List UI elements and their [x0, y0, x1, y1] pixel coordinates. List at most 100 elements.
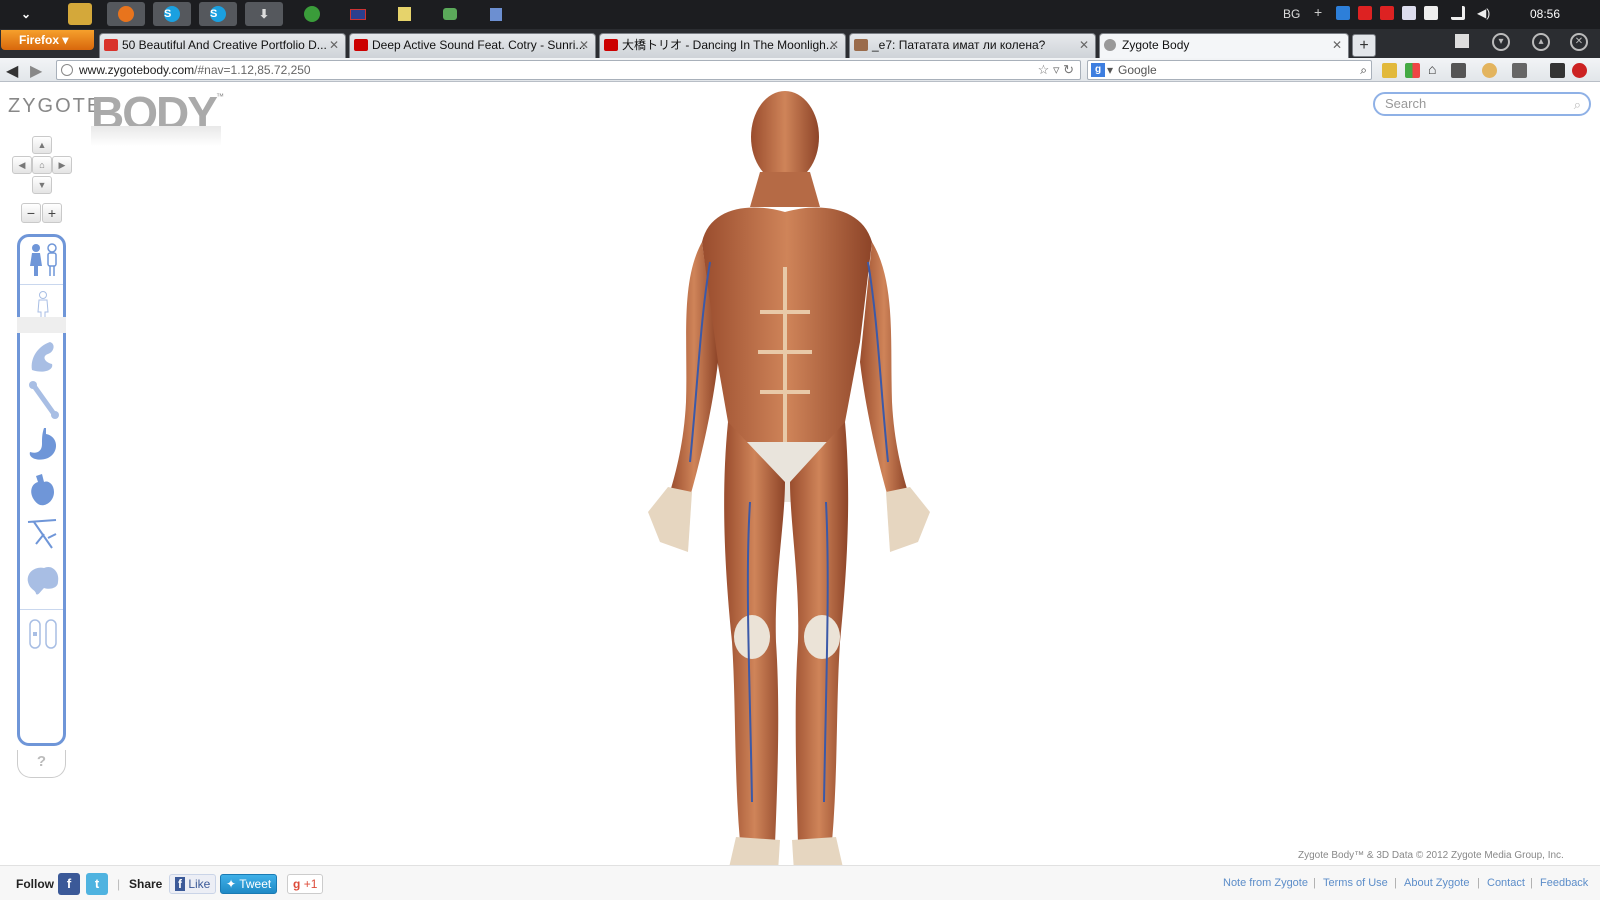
tab-close-icon[interactable]: ✕ [1079, 34, 1089, 56]
tab-close-icon[interactable]: ✕ [579, 34, 589, 56]
help-button[interactable]: ? [17, 750, 66, 778]
address-bar[interactable]: www.zygotebody.com/#nav=1.12,85.72,250 ☆… [56, 60, 1081, 80]
pan-up-button[interactable]: ▲ [32, 136, 52, 154]
url-host: www.zygotebody.com [79, 63, 195, 77]
window-icon[interactable] [1550, 63, 1565, 78]
neck[interactable] [750, 172, 820, 207]
back-arrow-icon[interactable]: ◀ [6, 61, 18, 81]
messenger-icon[interactable] [438, 3, 462, 25]
circulatory-layer-slider[interactable] [24, 469, 62, 511]
minimize-icon[interactable]: ▾ [1492, 33, 1510, 51]
notepad-icon[interactable] [392, 3, 416, 25]
tab-groups-icon[interactable] [1455, 34, 1469, 48]
nervous-layer-slider[interactable] [24, 513, 62, 555]
tab-favicon-icon [104, 39, 118, 51]
head-muscles[interactable] [751, 91, 819, 183]
system-clock[interactable]: 08:56 [1530, 7, 1560, 21]
forward-arrow-icon[interactable]: ▶ [30, 61, 42, 81]
right-hand[interactable] [648, 487, 692, 552]
adblock-icon[interactable] [1572, 63, 1587, 78]
twitter-follow-icon[interactable]: t [86, 873, 108, 895]
home-icon[interactable]: ⌂ [1428, 62, 1443, 78]
close-window-icon[interactable]: ✕ [1570, 33, 1588, 51]
organs-layer-slider[interactable] [24, 423, 62, 465]
youtube-favicon-icon [604, 39, 618, 51]
tab-close-icon[interactable]: ✕ [329, 34, 339, 56]
browser-tab-active[interactable]: Zygote Body ✕ [1099, 33, 1349, 58]
facebook-like-button[interactable]: f Like [169, 874, 217, 894]
muscle-layer-slider[interactable] [24, 335, 62, 377]
google-logo-icon[interactable]: g [1091, 63, 1105, 77]
signal-icon[interactable] [1451, 6, 1465, 20]
google-plus-button[interactable]: g +1 [287, 874, 324, 894]
new-tab-button[interactable]: + [1352, 34, 1376, 57]
tray-red-icon-2[interactable] [1380, 6, 1394, 20]
pan-left-button[interactable]: ◀ [12, 156, 32, 174]
zoom-out-button[interactable]: − [21, 203, 41, 223]
search-icon[interactable]: ⌕ [1360, 61, 1367, 79]
firefox-menu-label: Firefox [19, 33, 60, 47]
opacity-toggle[interactable] [24, 613, 62, 655]
left-hand[interactable] [886, 487, 930, 552]
smiley-addon-icon[interactable] [1482, 63, 1497, 78]
input-language[interactable]: BG [1283, 7, 1300, 21]
facebook-icon: f [175, 877, 185, 891]
search-icon[interactable]: ⌕ [1574, 95, 1581, 115]
pan-right-button[interactable]: ▶ [52, 156, 72, 174]
brain-layer-slider[interactable] [24, 559, 62, 601]
zoom-in-button[interactable]: + [42, 203, 62, 223]
reload-icon[interactable]: ↻ [1063, 62, 1074, 77]
browser-tab[interactable]: Deep Active Sound Feat. Cotry - Sunri...… [349, 33, 596, 58]
about-zygote-link[interactable]: About Zygote [1404, 877, 1469, 889]
gender-toggle[interactable] [24, 239, 62, 281]
power-icon[interactable] [1424, 6, 1438, 20]
addon-icon[interactable] [1382, 63, 1397, 78]
left-knee[interactable] [804, 615, 840, 659]
right-knee[interactable] [734, 615, 770, 659]
uk-flag-icon[interactable] [346, 3, 370, 25]
anatomy-3d-model[interactable] [640, 82, 940, 872]
firefox-app-icon[interactable] [107, 2, 145, 26]
search-placeholder: Search [1385, 96, 1427, 111]
browser-tab[interactable]: _e7: Пататата имат ли колена? ✕ [849, 33, 1096, 58]
layer-slider-handle[interactable] [17, 317, 66, 333]
gear-favicon-icon [1104, 39, 1116, 51]
facebook-follow-icon[interactable]: f [58, 873, 80, 895]
bookmark-star-icon[interactable]: ☆ [1038, 62, 1050, 77]
box-app-icon[interactable] [484, 3, 508, 25]
logo-reflection [91, 126, 221, 146]
folder-icon[interactable] [68, 3, 92, 25]
chevron-down-icon[interactable]: ⌄ [14, 3, 38, 25]
tray-red-icon[interactable] [1358, 6, 1372, 20]
bookmarks-icon[interactable] [1451, 63, 1466, 78]
tweet-button[interactable]: ✦ Tweet [220, 874, 278, 894]
search-engine-box[interactable]: g ▾ Google ⌕ [1087, 60, 1372, 80]
dropbox-icon[interactable] [1336, 6, 1350, 20]
skype-app-icon-2[interactable]: S [199, 2, 237, 26]
tab-close-icon[interactable]: ✕ [1332, 34, 1342, 56]
volume-icon[interactable]: ◀) [1477, 6, 1491, 20]
stomach-icon [29, 428, 57, 460]
maximize-icon[interactable]: ▴ [1532, 33, 1550, 51]
skeleton-layer-slider[interactable] [24, 379, 62, 421]
tools-icon[interactable] [1512, 63, 1527, 78]
contact-link[interactable]: Contact [1487, 877, 1525, 889]
history-dropdown-icon[interactable]: ▿ [1053, 62, 1060, 77]
utorrent-icon[interactable] [300, 3, 324, 25]
browser-tab[interactable]: 大橋トリオ - Dancing In The Moonligh... ✕ [599, 33, 846, 58]
browser-tab[interactable]: 50 Beautiful And Creative Portfolio D...… [99, 33, 346, 58]
home-view-button[interactable]: ⌂ [32, 156, 52, 174]
apps-grid-icon[interactable] [1405, 63, 1420, 78]
tab-close-icon[interactable]: ✕ [829, 34, 839, 56]
feedback-link[interactable]: Feedback [1540, 877, 1588, 889]
plus-icon[interactable]: + [1314, 5, 1328, 20]
pan-down-button[interactable]: ▼ [32, 176, 52, 194]
download-app-icon[interactable]: ⬇ [245, 2, 283, 26]
firefox-menu-button[interactable]: Firefox ▾ [1, 30, 94, 50]
anatomy-search-input[interactable]: Search ⌕ [1373, 92, 1591, 116]
terms-of-use-link[interactable]: Terms of Use [1323, 877, 1388, 889]
skype-app-icon[interactable]: S [153, 2, 191, 26]
note-from-zygote-link[interactable]: Note from Zygote [1223, 877, 1308, 889]
document-icon[interactable] [1402, 6, 1416, 20]
engine-dropdown-icon[interactable]: ▾ [1107, 61, 1113, 79]
